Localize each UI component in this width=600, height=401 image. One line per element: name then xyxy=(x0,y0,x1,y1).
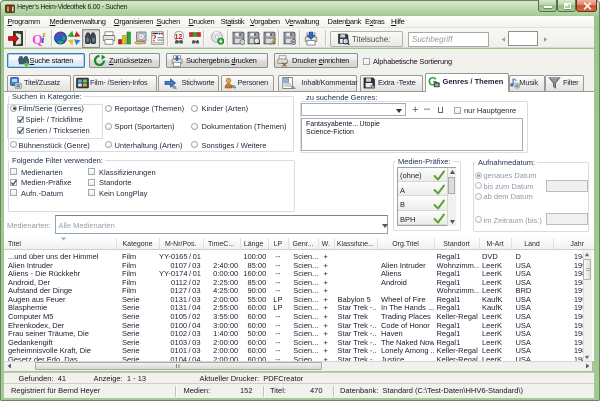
svg-text:12: 12 xyxy=(175,34,183,41)
svg-text:i: i xyxy=(42,35,45,46)
